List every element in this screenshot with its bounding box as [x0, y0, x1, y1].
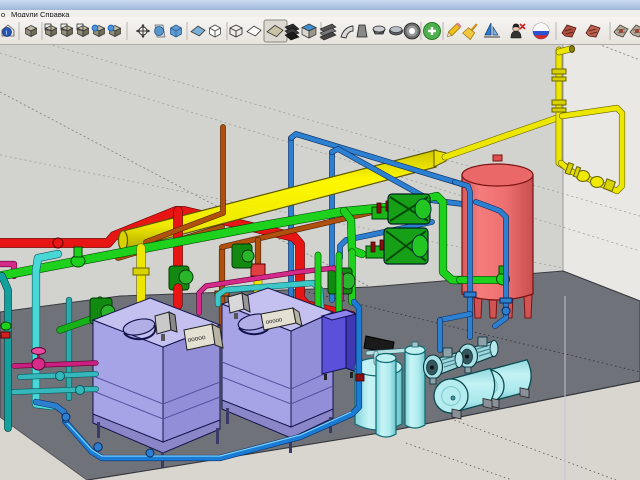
svg-text:i: i	[5, 29, 7, 37]
